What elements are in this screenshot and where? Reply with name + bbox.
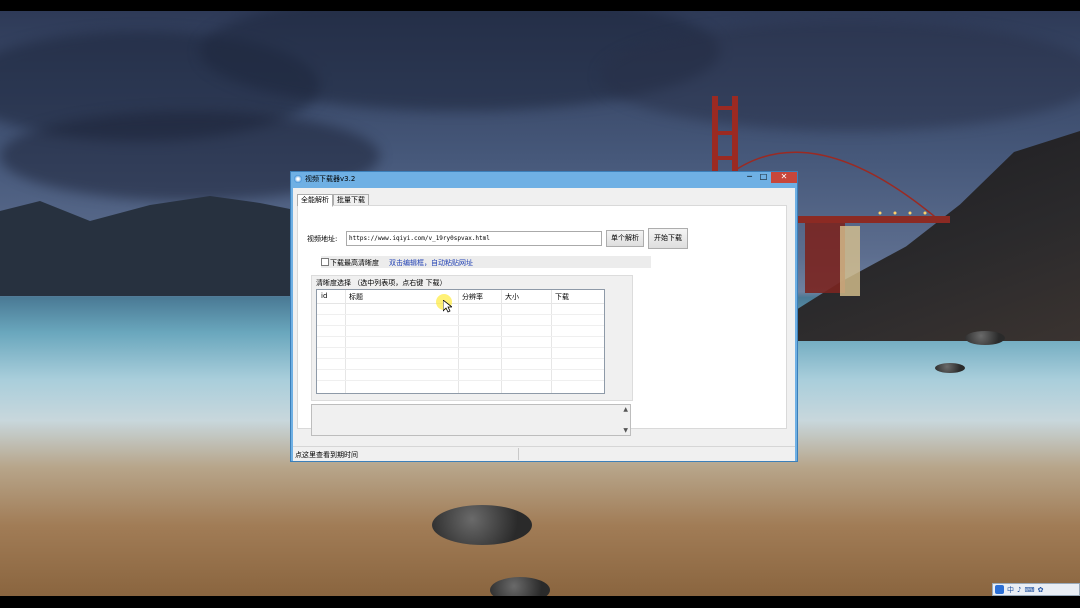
window-client-area: 全能解析 批量下载 视频地址: https://www.iqiyi.com/v_…: [293, 188, 795, 461]
parse-button[interactable]: 单个解析: [606, 230, 644, 247]
column-header-resolution[interactable]: 分辨率: [462, 292, 483, 302]
row-divider: [317, 358, 604, 359]
quality-group-title: 清晰度选择 （选中列表项，点右键 下载）: [316, 279, 447, 287]
column-divider: [345, 290, 346, 393]
column-header-title[interactable]: 标题: [349, 292, 363, 302]
tab-page: 视频地址: https://www.iqiyi.com/v_19ry0spvax…: [297, 205, 787, 436]
status-bar: 点这里查看到期时间: [293, 446, 795, 461]
tab-universal-parse[interactable]: 全能解析: [297, 194, 333, 207]
expiry-status-link[interactable]: 点这里查看到期时间: [295, 450, 358, 460]
start-download-button[interactable]: 开始下载: [648, 228, 688, 249]
beach-rock: [935, 363, 965, 373]
column-divider: [501, 290, 502, 393]
scroll-up-icon[interactable]: ▲: [623, 406, 628, 413]
column-divider: [458, 290, 459, 393]
row-divider: [317, 336, 604, 337]
options-row: 下载最高清晰度 双击编辑框，自动粘贴网址: [321, 256, 651, 268]
maximize-button[interactable]: □: [757, 172, 770, 183]
column-divider: [551, 290, 552, 393]
log-textbox[interactable]: ▲ ▼: [311, 404, 631, 436]
close-button[interactable]: ✕: [771, 172, 797, 183]
app-window: 视频下载器v3.2 ─ □ ✕ 全能解析 批量下载 视频地址: https://…: [290, 171, 798, 462]
column-header-id[interactable]: id: [321, 292, 327, 300]
app-icon: [294, 175, 302, 183]
row-divider: [317, 325, 604, 326]
minimize-button[interactable]: ─: [743, 172, 756, 183]
url-label: 视频地址:: [307, 235, 338, 243]
column-header-download[interactable]: 下载: [555, 292, 569, 302]
row-divider: [317, 347, 604, 348]
keyboard-icon[interactable]: ⌨: [1024, 586, 1034, 594]
highest-quality-checkbox[interactable]: [321, 258, 329, 266]
title-bar[interactable]: 视频下载器v3.2 ─ □ ✕: [291, 172, 797, 186]
row-divider: [317, 314, 604, 315]
language-indicator[interactable]: 中: [1007, 585, 1014, 595]
system-tray: 中 ♪ ⌨ ✿: [992, 583, 1080, 596]
beach-rock: [490, 577, 550, 596]
settings-icon[interactable]: ✿: [1038, 586, 1044, 594]
row-divider: [317, 380, 604, 381]
mountains: [0, 196, 300, 296]
beach-rock: [432, 505, 532, 545]
hint-link[interactable]: 双击编辑框，自动粘贴网址: [389, 258, 473, 268]
quality-list[interactable]: id 标题 分辨率 大小 下载: [316, 289, 605, 394]
input-method-icon[interactable]: [995, 585, 1004, 594]
highest-quality-label[interactable]: 下载最高清晰度: [330, 258, 379, 268]
column-header-size[interactable]: 大小: [505, 292, 519, 302]
quality-group: 清晰度选择 （选中列表项，点右键 下载） id 标题 分辨率 大小 下载: [311, 275, 633, 401]
sound-icon[interactable]: ♪: [1017, 586, 1021, 594]
list-header: id 标题 分辨率 大小 下载: [317, 290, 604, 304]
mouse-cursor-icon: [443, 300, 452, 313]
beach-rock: [965, 331, 1005, 345]
scroll-down-icon[interactable]: ▼: [623, 427, 628, 434]
row-divider: [317, 369, 604, 370]
status-divider: [518, 448, 519, 460]
window-title: 视频下载器v3.2: [305, 175, 356, 183]
url-input[interactable]: https://www.iqiyi.com/v_19ry0spvax.html: [346, 231, 602, 246]
